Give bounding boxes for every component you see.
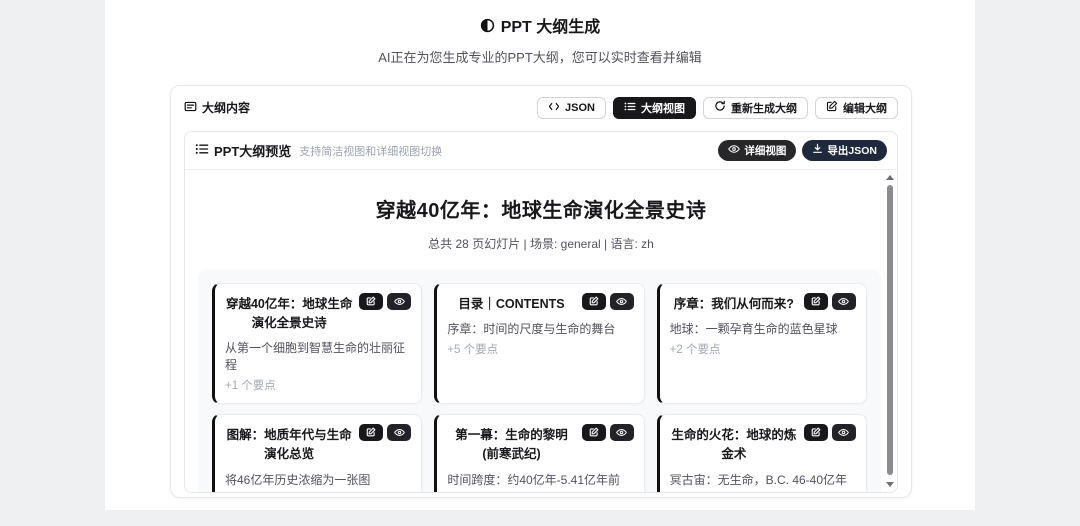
list-view-icon [624, 101, 636, 115]
page-title: PPT 大纲生成 [480, 13, 601, 37]
slide-card-buttons [582, 424, 634, 441]
slide-more-points: +1 个要点 [225, 377, 411, 393]
regenerate-outline-button[interactable]: 重新生成大纲 [703, 97, 808, 119]
eye-icon [394, 425, 405, 440]
preview-title-wrap: PPT大纲预览 支持简洁视图和详细视图切换 [195, 141, 442, 160]
outline-panel: 大纲内容 JSON [170, 85, 912, 498]
edit-icon [811, 294, 821, 309]
slide-preview-button[interactable] [387, 424, 411, 441]
refresh-icon [714, 100, 726, 115]
ppt-preview-card: PPT大纲预览 支持简洁视图和详细视图切换 详细视图 [184, 131, 898, 493]
outline-content-icon [184, 100, 197, 116]
slide-description: 地球：一颗孕育生命的蓝色星球 [670, 321, 856, 338]
scrollbar [885, 172, 895, 490]
scrollbar-thumb[interactable] [887, 185, 893, 475]
eye-icon [616, 425, 627, 440]
slide-card-header: 序章：我们从何而来? [670, 293, 856, 314]
outline-view-button[interactable]: 大纲视图 [613, 97, 696, 119]
slide-edit-button[interactable] [804, 293, 828, 310]
slide-title: 生命的火花：地球的炼金术 [670, 424, 798, 465]
edit-icon [366, 294, 376, 309]
slide-title: 图解：地质年代与生命演化总览 [225, 424, 353, 465]
slide-card-buttons [582, 293, 634, 310]
slide-card-header: 第一幕：生命的黎明 (前寒武纪) [447, 424, 633, 465]
code-icon [548, 101, 560, 115]
edit-icon [589, 294, 599, 309]
slide-card-header: 生命的火花：地球的炼金术 [670, 424, 856, 465]
slide-preview-button[interactable] [610, 424, 634, 441]
slide-card[interactable]: 生命的火花：地球的炼金术 [657, 414, 867, 492]
edit-icon [589, 425, 599, 440]
outline-panel-actions: JSON 大纲视图 [537, 97, 898, 119]
page-subtitle: AI正在为您生成专业的PPT大纲，您可以实时查看并编辑 [105, 47, 975, 66]
eye-icon [838, 294, 849, 309]
slide-card[interactable]: 图解：地质年代与生命演化总览 [212, 414, 422, 492]
scroll-down-arrow[interactable] [886, 482, 894, 487]
preview-title: PPT大纲预览 [195, 141, 291, 160]
outline-panel-title-text: 大纲内容 [202, 99, 250, 116]
outline-list-icon [195, 143, 209, 158]
eye-icon [394, 294, 405, 309]
slide-preview-button[interactable] [832, 424, 856, 441]
download-icon [812, 143, 823, 157]
outline-panel-header: 大纲内容 JSON [171, 86, 911, 129]
slide-description: 将46亿年历史浓缩为一张图 [225, 472, 411, 489]
slide-card-header: 穿越40亿年：地球生命演化全景史诗 [225, 293, 411, 334]
slide-description: 从第一个细胞到智慧生命的壮丽征程 [225, 340, 411, 374]
preview-actions: 详细视图 导出JSON [718, 140, 887, 161]
slide-card[interactable]: 第一幕：生命的黎明 (前寒武纪) [434, 414, 644, 492]
slide-more-points: +2 个要点 [670, 341, 856, 357]
detail-view-button[interactable]: 详细视图 [718, 140, 796, 161]
slide-description: 时间跨度：约40亿年-5.41亿年前 [447, 472, 633, 489]
slide-preview-button[interactable] [387, 293, 411, 310]
slide-preview-button[interactable] [610, 293, 634, 310]
slide-edit-button[interactable] [804, 424, 828, 441]
deck-meta: 总共 28 页幻灯片 | 场景: general | 语言: zh [185, 235, 897, 252]
slide-card-buttons [359, 293, 411, 310]
slide-card[interactable]: 穿越40亿年：地球生命演化全景史诗 [212, 283, 422, 404]
slide-more-points: +5 个要点 [447, 341, 633, 357]
slide-title: 第一幕：生命的黎明 (前寒武纪) [447, 424, 575, 465]
preview-scroll-area: 穿越40亿年：地球生命演化全景史诗 总共 28 页幻灯片 | 场景: gener… [185, 170, 897, 492]
slide-card-header: 图解：地质年代与生命演化总览 [225, 424, 411, 465]
slide-card-buttons [804, 293, 856, 310]
slide-title: 目录｜CONTENTS [447, 293, 575, 314]
eye-icon [728, 144, 740, 157]
export-json-button[interactable]: 导出JSON [802, 140, 887, 161]
scroll-up-arrow[interactable] [886, 175, 894, 180]
eye-icon [838, 425, 849, 440]
edit-outline-button[interactable]: 编辑大纲 [815, 97, 898, 119]
edit-icon [826, 100, 838, 115]
outline-panel-title: 大纲内容 [184, 99, 250, 116]
slide-edit-button[interactable] [359, 424, 383, 441]
contrast-circle-icon [480, 18, 495, 33]
json-view-button[interactable]: JSON [537, 97, 606, 119]
slide-preview-button[interactable] [832, 293, 856, 310]
slide-card-buttons [359, 424, 411, 441]
preview-hint: 支持简洁视图和详细视图切换 [299, 143, 442, 159]
page-header: PPT 大纲生成 AI正在为您生成专业的PPT大纲，您可以实时查看并编辑 [105, 13, 975, 66]
slide-card-buttons [804, 424, 856, 441]
slide-title: 序章：我们从何而来? [670, 293, 798, 314]
slide-card[interactable]: 序章：我们从何而来? [657, 283, 867, 404]
edit-icon [366, 425, 376, 440]
slide-description: 序章：时间的尺度与生命的舞台 [447, 321, 633, 338]
deck-title: 穿越40亿年：地球生命演化全景史诗 [185, 194, 897, 223]
preview-header: PPT大纲预览 支持简洁视图和详细视图切换 详细视图 [185, 132, 897, 170]
slide-edit-button[interactable] [582, 424, 606, 441]
app-page: PPT 大纲生成 AI正在为您生成专业的PPT大纲，您可以实时查看并编辑 大纲内… [105, 0, 975, 510]
slide-description: 冥古宙：无生命，B.C. 46-40亿年 [670, 472, 856, 489]
slide-edit-button[interactable] [582, 293, 606, 310]
eye-icon [616, 294, 627, 309]
edit-icon [811, 425, 821, 440]
page-title-text: PPT 大纲生成 [501, 13, 601, 37]
slide-title: 穿越40亿年：地球生命演化全景史诗 [225, 293, 353, 334]
slide-card-header: 目录｜CONTENTS [447, 293, 633, 314]
slides-grid: 穿越40亿年：地球生命演化全景史诗 [198, 269, 881, 492]
slide-edit-button[interactable] [359, 293, 383, 310]
slide-card[interactable]: 目录｜CONTENTS [434, 283, 644, 404]
